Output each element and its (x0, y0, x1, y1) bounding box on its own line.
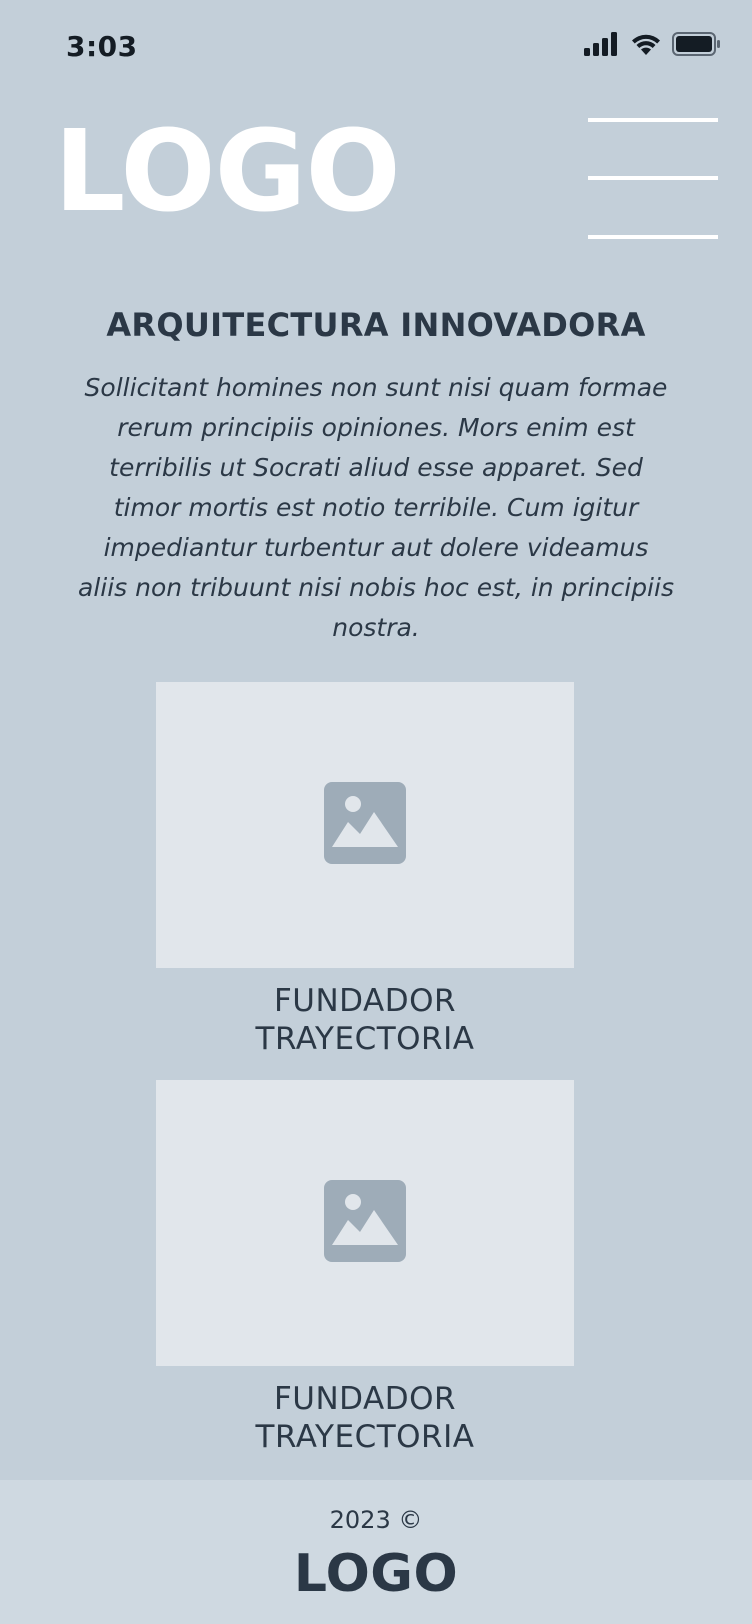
card-image (156, 1080, 574, 1366)
wifi-icon (630, 32, 662, 60)
header: LOGO (0, 96, 752, 266)
card-caption: FUNDADOR TRAYECTORIA (156, 982, 574, 1058)
cellular-signal-icon (584, 32, 620, 60)
card-caption-line2: TRAYECTORIA (255, 1021, 475, 1057)
battery-icon (672, 32, 720, 60)
card[interactable]: FUNDADOR TRAYECTORIA (156, 1080, 574, 1456)
section-body: Sollicitant homines non sunt nisi quam f… (78, 373, 674, 642)
card-caption-line2: TRAYECTORIA (255, 1419, 475, 1455)
status-icons (584, 32, 720, 60)
logo[interactable]: LOGO (54, 116, 401, 228)
hamburger-menu-icon[interactable] (588, 118, 718, 240)
menu-line (588, 118, 718, 122)
status-time: 3:03 (66, 30, 138, 63)
footer-logo[interactable]: LOGO (0, 1544, 752, 1604)
main-content: ARQUITECTURA INNOVADORA Sollicitant homi… (0, 300, 752, 648)
menu-line (588, 176, 718, 180)
image-placeholder-icon (324, 1180, 406, 1266)
card[interactable]: FUNDADOR TRAYECTORIA (156, 682, 574, 1058)
card-caption: FUNDADOR TRAYECTORIA (156, 1380, 574, 1456)
section-title: ARQUITECTURA INNOVADORA (106, 306, 646, 344)
footer-copyright: 2023 © (329, 1506, 423, 1534)
card-caption-line1: FUNDADOR (273, 1381, 457, 1417)
status-bar: 3:03 (0, 0, 752, 96)
card-image (156, 682, 574, 968)
footer: 2023 © LOGO (0, 1480, 752, 1624)
menu-line (588, 235, 718, 239)
image-placeholder-icon (324, 782, 406, 868)
card-caption-line1: FUNDADOR (273, 983, 457, 1019)
